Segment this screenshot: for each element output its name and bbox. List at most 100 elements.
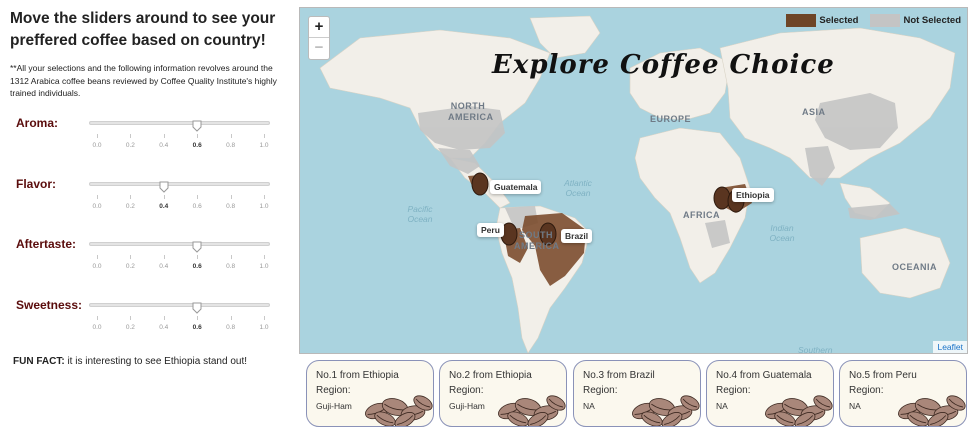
slider-tick-label: 0.8 — [226, 142, 236, 149]
card-region-value: Guji-Ham — [316, 401, 352, 411]
legend-selected-label: Selected — [819, 15, 859, 26]
slider-tick-label: 1.0 — [259, 142, 269, 149]
slider-tick-label: 0.2 — [125, 203, 135, 210]
aftertaste-slider[interactable]: 0.0 0.2 0.4 0.6 0.8 1.0 — [89, 241, 270, 270]
slider-tick-label: 0.8 — [226, 203, 236, 210]
info-note: **All your selections and the following … — [10, 63, 277, 98]
sweetness-label: Sweetness: — [16, 298, 83, 312]
slider-tick — [264, 255, 265, 259]
coffee-card-1[interactable]: No.1 from Ethiopia Region: Guji-Ham — [306, 360, 434, 427]
slider-tick-label: 0.6 — [192, 203, 202, 210]
slider-tick — [230, 134, 232, 138]
controls-panel: Move the sliders around to see your pref… — [0, 0, 290, 432]
slider-tick-label: 0.0 — [92, 203, 102, 210]
slider-tick — [97, 316, 98, 320]
card-title: No.3 from Brazil — [583, 370, 655, 381]
marker-label-peru[interactable]: Peru — [477, 223, 504, 237]
slider-tick — [264, 195, 265, 199]
label-north-america: NORTH AMERICA — [448, 101, 494, 122]
leaflet-attribution-link[interactable]: Leaflet — [933, 341, 967, 353]
flavor-slider[interactable]: 0.0 0.2 0.4 0.6 0.8 1.0 — [89, 181, 270, 210]
aftertaste-slider-row: Aftertaste: 0.0 0.2 0.4 0.6 0.8 1.0 — [0, 237, 290, 287]
slider-tick — [97, 195, 98, 199]
fun-fact: FUN FACT: it is interesting to see Ethio… — [13, 356, 247, 367]
slider-tick — [163, 134, 165, 138]
marker-label-ethiopia[interactable]: Ethiopia — [732, 188, 774, 202]
slider-tick-label: 0.2 — [125, 142, 135, 149]
slider-tick-label: 0.2 — [125, 263, 135, 270]
slider-tick — [130, 134, 132, 138]
slider-tick — [197, 316, 199, 320]
slider-tick-label: 1.0 — [259, 324, 269, 331]
coffee-beans-icon — [365, 395, 433, 426]
slider-handle[interactable] — [192, 301, 202, 314]
marker-label-brazil[interactable]: Brazil — [561, 229, 593, 243]
slider-tick-label: 1.0 — [259, 203, 269, 210]
slider-handle[interactable] — [159, 180, 169, 193]
slider-tick — [197, 134, 199, 138]
coffee-card-2[interactable]: No.2 from Ethiopia Region: Guji-Ham — [439, 360, 567, 427]
slider-handle[interactable] — [192, 240, 202, 253]
coffee-card-5[interactable]: No.5 from Peru Region: NA — [839, 360, 967, 427]
flavor-label: Flavor: — [16, 177, 57, 191]
bean-marker-guatemala — [471, 172, 489, 196]
slider-tick — [197, 195, 199, 199]
sweetness-slider-row: Sweetness: 0.0 0.2 0.4 0.6 0.8 1.0 — [0, 298, 290, 348]
slider-tick — [130, 255, 132, 259]
slider-tick — [197, 255, 199, 259]
coffee-beans-icon — [765, 395, 833, 426]
slider-tick-label: 0.8 — [226, 263, 236, 270]
slider-tick-label: 0.4 — [159, 203, 169, 210]
legend-not-selected-swatch — [870, 14, 901, 27]
slider-tick — [163, 195, 165, 199]
label-indian-ocean: Indian Ocean — [769, 223, 795, 243]
fun-fact-label: FUN FACT: — [13, 356, 65, 367]
bean-marker-ethiopia-1 — [713, 186, 731, 210]
card-title: No.1 from Ethiopia — [316, 370, 399, 381]
slider-tick-label: 1.0 — [259, 263, 269, 270]
slider-tick-label: 0.6 — [192, 324, 202, 331]
label-atlantic-ocean: Atlantic Ocean — [564, 178, 592, 198]
slider-tick-label: 0.2 — [125, 324, 135, 331]
slider-tick — [230, 255, 232, 259]
slider-tick — [130, 316, 132, 320]
page-heading: Move the sliders around to see your pref… — [10, 10, 276, 49]
marker-label-guatemala[interactable]: Guatemala — [490, 180, 542, 194]
label-pacific-ocean: Pacific Ocean — [407, 204, 433, 224]
label-southern-ocean: Southern — [798, 345, 833, 354]
slider-tick-label: 0.6 — [192, 142, 202, 149]
card-region-label: Region: — [583, 385, 618, 396]
slider-tick — [230, 195, 232, 199]
card-region-value: Guji-Ham — [449, 401, 485, 411]
slider-tick-label: 0.8 — [226, 324, 236, 331]
card-region-label: Region: — [316, 385, 351, 396]
coffee-beans-icon — [498, 395, 566, 426]
world-map[interactable]: + − Selected Not Selected Explore Coffee… — [299, 7, 968, 354]
aroma-slider[interactable]: 0.0 0.2 0.4 0.6 0.8 1.0 — [89, 120, 270, 149]
card-region-value: NA — [716, 401, 728, 411]
slider-tick-label: 0.4 — [159, 324, 169, 331]
slider-handle[interactable] — [192, 119, 202, 132]
slider-tick-label: 0.4 — [159, 263, 169, 270]
aroma-label: Aroma: — [16, 116, 59, 130]
slider-tick-label: 0.0 — [92, 324, 102, 331]
card-region-value: NA — [583, 401, 595, 411]
label-south-america: SOUTH AMERICA — [514, 230, 560, 251]
coffee-beans-icon — [898, 395, 966, 426]
card-region-label: Region: — [849, 385, 884, 396]
zoom-out-button[interactable]: − — [309, 38, 329, 59]
coffee-card-4[interactable]: No.4 from Guatemala Region: NA — [706, 360, 834, 427]
slider-tick — [97, 134, 98, 138]
label-oceania: OCEANIA — [892, 262, 938, 272]
zoom-in-button[interactable]: + — [309, 17, 329, 38]
card-region-label: Region: — [716, 385, 751, 396]
coffee-card-3[interactable]: No.3 from Brazil Region: NA — [573, 360, 701, 427]
slider-tick — [130, 195, 132, 199]
fun-fact-text: it is interesting to see Ethiopia stand … — [67, 356, 248, 367]
flavor-slider-row: Flavor: 0.0 0.2 0.4 0.6 0.8 1.0 — [0, 177, 290, 227]
slider-tick — [264, 134, 265, 138]
label-europe: EUROPE — [650, 114, 692, 124]
slider-tick-label: 0.0 — [92, 263, 102, 270]
sweetness-slider[interactable]: 0.0 0.2 0.4 0.6 0.8 1.0 — [89, 302, 270, 331]
slider-tick-label: 0.0 — [92, 142, 102, 149]
